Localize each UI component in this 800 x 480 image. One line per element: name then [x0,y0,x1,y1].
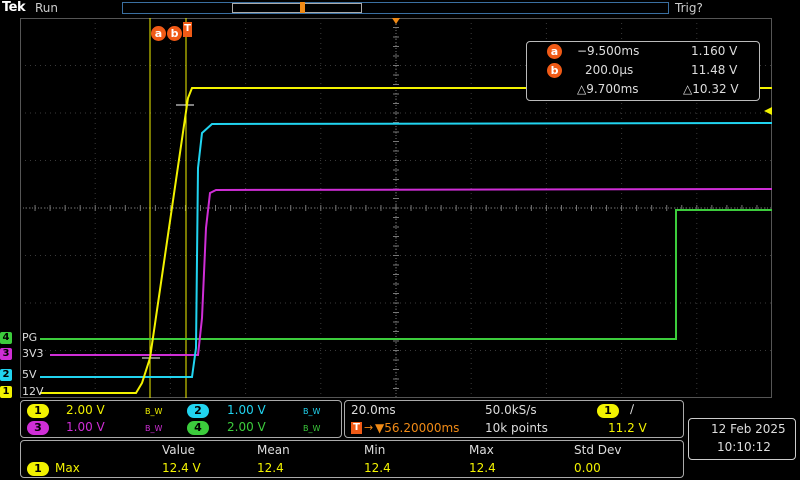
trigger-source-chip: 1 [597,404,619,418]
cursor-delta-time: △9.700ms [577,82,639,96]
trigger-level: 11.2 V [608,421,647,435]
trigger-state: Trig? [675,1,703,15]
cursor-readout-panel: a −9.500ms 1.160 V b 200.0μs 11.48 V △9.… [526,41,760,101]
cursor-a-voltage: 1.160 V [691,44,738,58]
horizontal-trigger-panel[interactable]: 20.0ms 50.0kS/s 1 ∕ T → ▼56.20000ms 10k … [344,400,684,438]
meas-max: 12.4 [469,461,496,475]
measurement-panel[interactable]: Value Mean Min Max Std Dev 1 Max 12.4 V … [20,440,684,478]
meas-header-min: Min [364,443,386,457]
trigger-time-marker [392,18,400,24]
record-length: 10k points [485,421,548,435]
datetime-panel: 12 Feb 2025 10:10:12 [688,418,796,460]
meas-header-mean: Mean [257,443,290,457]
meas-stddev: 0.00 [574,461,601,475]
trigger-arrow-icon: → [364,421,374,434]
record-view-bar [122,2,669,14]
cursor-b-tag[interactable]: b [167,22,182,41]
cursor-a-tag[interactable]: a [151,22,166,41]
cursor-a-badge: a [547,44,562,59]
cursor-b-badge: b [547,63,562,78]
cursor-b-time: 200.0μs [585,63,634,77]
time-display: 10:10:12 [717,440,771,454]
meas-header-stddev: Std Dev [574,443,622,457]
trigger-position-marker [300,2,305,13]
acquisition-state: Run [35,1,59,15]
meas-min: 12.4 [364,461,391,475]
trigger-level-marker [764,107,772,115]
horizontal-scale: 20.0ms [351,403,396,417]
meas-mean: 12.4 [257,461,284,475]
cursor-a-time: −9.500ms [577,44,640,58]
trigger-tag: T [183,22,192,37]
cursor-delta-voltage: △10.32 V [683,82,739,96]
trigger-position-icon: T [351,422,362,434]
record-window-indicator[interactable] [232,3,362,13]
tek-logo: Tek [2,0,26,15]
date-display: 12 Feb 2025 [711,422,786,436]
meas-name: Max [55,461,80,475]
trigger-position: ▼56.20000ms [375,421,460,435]
meas-source-chip: 1 [27,462,49,476]
cursor-b-voltage: 11.48 V [691,63,738,77]
vertical-settings-panel: 1 2.00 V B_W 2 1.00 V B_W 3 1.00 V B_W 4… [20,400,342,438]
sample-rate: 50.0kS/s [485,403,537,417]
trigger-slope-icon: ∕ [630,402,635,416]
meas-header-value: Value [162,443,195,457]
meas-header-max: Max [469,443,494,457]
ch3-3v3-trace [50,188,772,356]
meas-value: 12.4 V [162,461,201,475]
